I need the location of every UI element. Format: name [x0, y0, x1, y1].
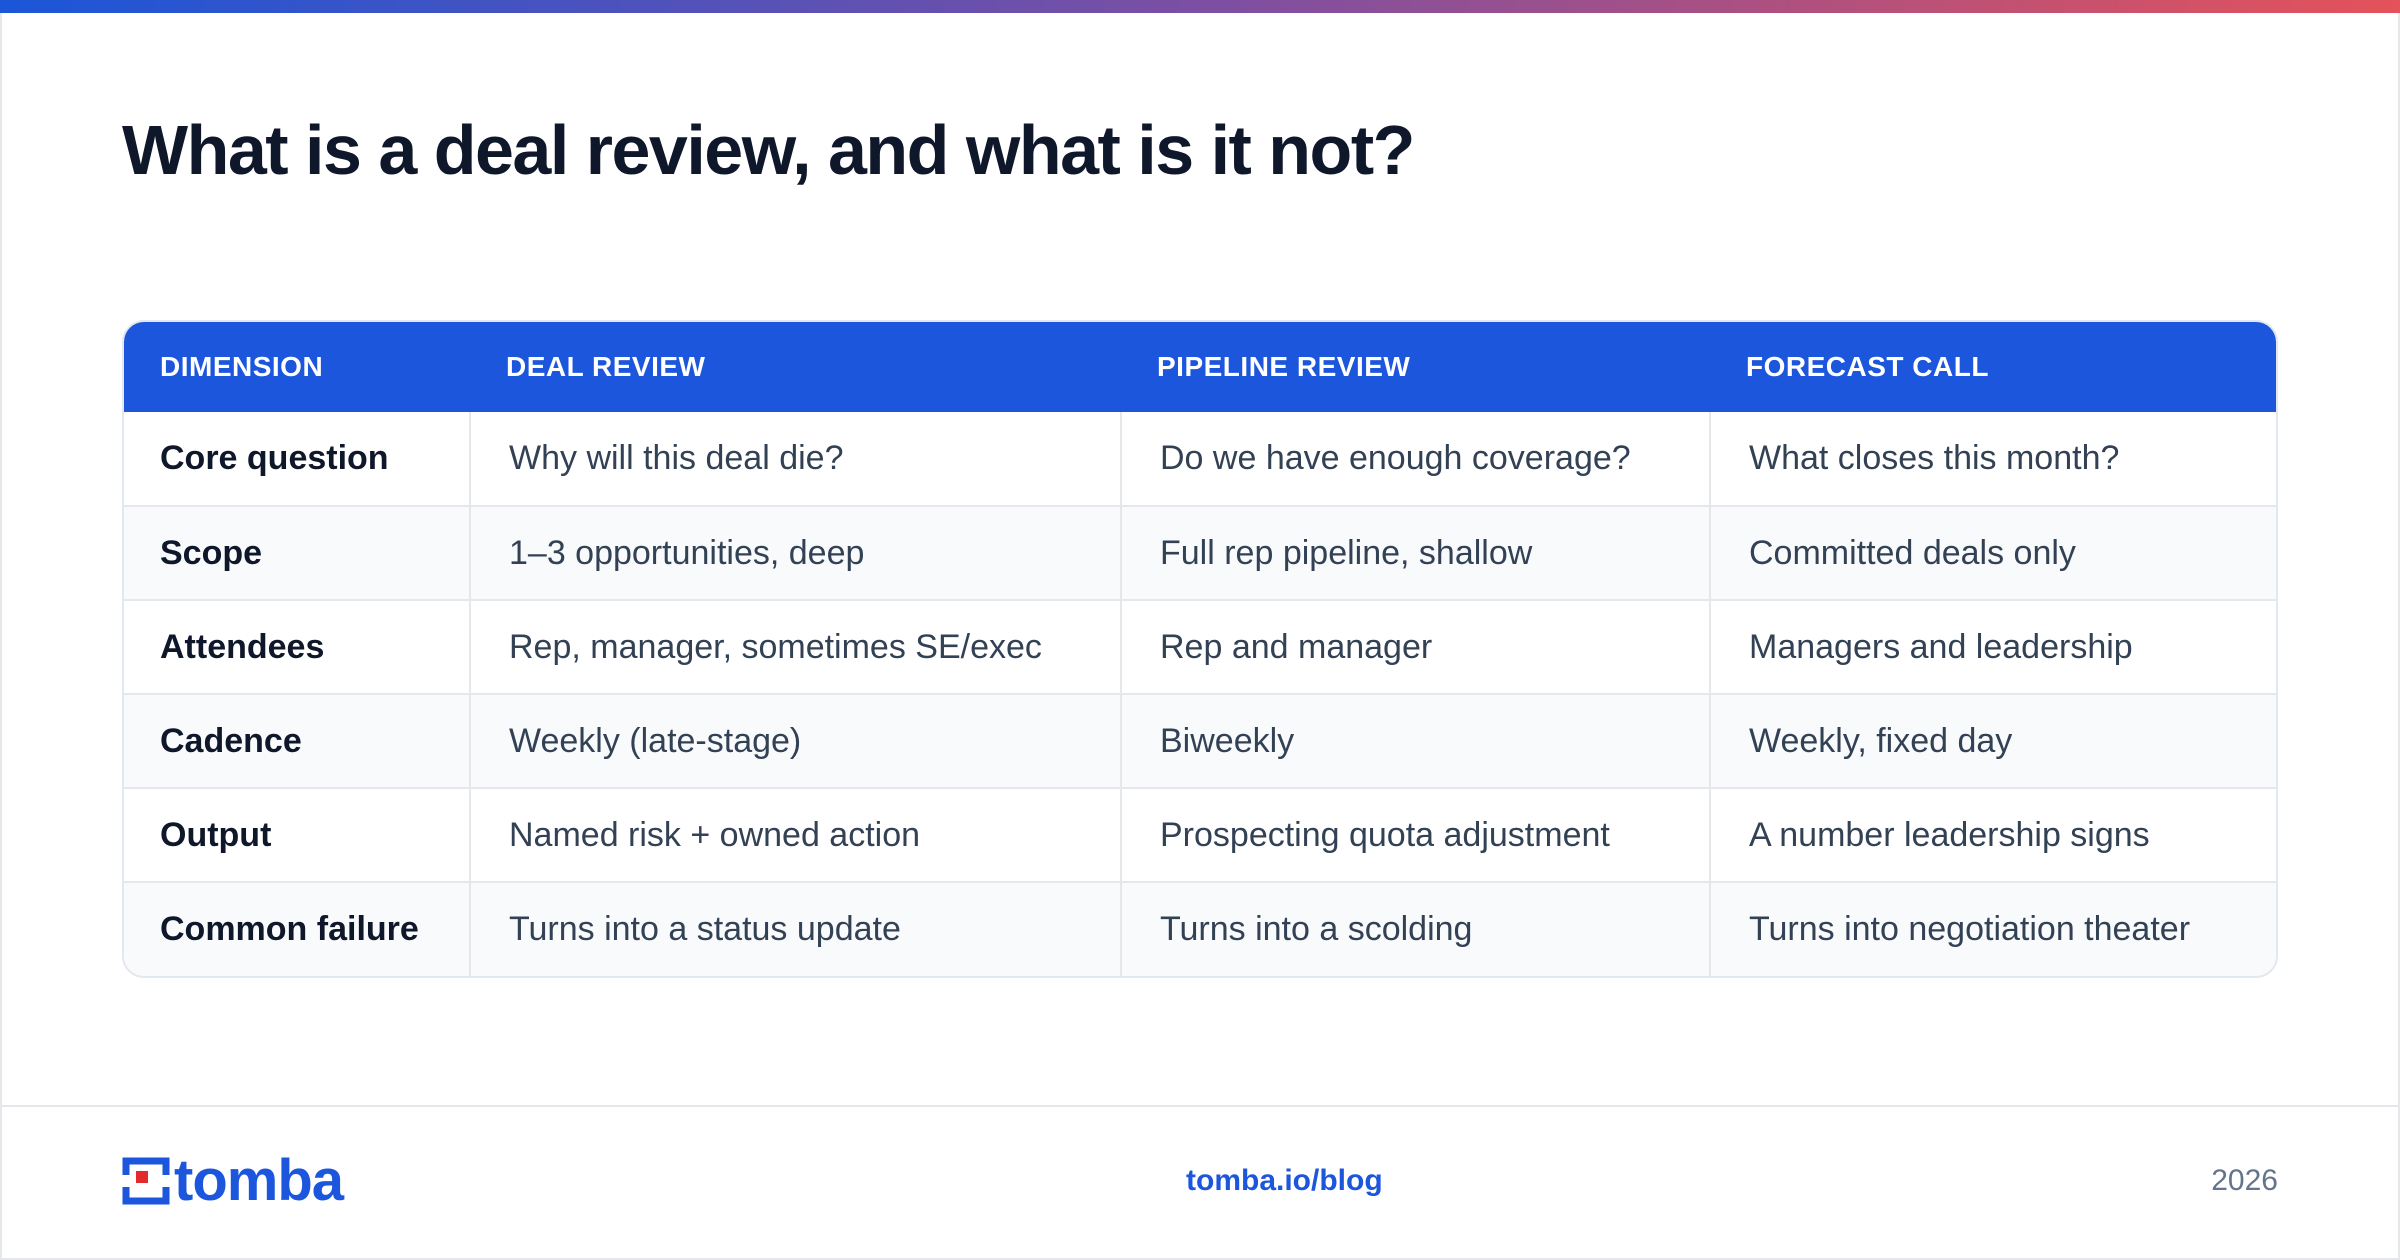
- table-row: Attendees Rep, manager, sometimes SE/exe…: [124, 599, 2276, 694]
- table-row: Scope 1–3 opportunities, deep Full rep p…: [124, 505, 2276, 600]
- cell-deal-review: Turns into a status update: [469, 881, 1121, 976]
- cell-pipeline-review: Do we have enough coverage?: [1120, 412, 1710, 506]
- cell-forecast-call: Turns into negotiation theater: [1709, 881, 2276, 976]
- cell-deal-review: Weekly (late-stage): [469, 693, 1121, 788]
- footer-year: 2026: [2211, 1164, 2278, 1197]
- cell-pipeline-review: Prospecting quota adjustment: [1120, 787, 1710, 882]
- cell-forecast-call: Committed deals only: [1709, 505, 2276, 600]
- cell-forecast-call: Weekly, fixed day: [1709, 693, 2276, 788]
- row-dimension: Attendees: [124, 599, 470, 694]
- cell-deal-review: 1–3 opportunities, deep: [469, 505, 1121, 600]
- comparison-table: DIMENSION DEAL REVIEW PIPELINE REVIEW FO…: [122, 320, 2278, 978]
- tomba-logo-icon: [122, 1157, 170, 1205]
- cell-pipeline-review: Turns into a scolding: [1120, 881, 1710, 976]
- row-dimension: Output: [124, 787, 470, 882]
- cell-pipeline-review: Full rep pipeline, shallow: [1120, 505, 1710, 600]
- table-row: Core question Why will this deal die? Do…: [124, 412, 2276, 506]
- table-row: Output Named risk + owned action Prospec…: [124, 787, 2276, 882]
- cell-forecast-call: Managers and leadership: [1709, 599, 2276, 694]
- footer-divider: [2, 1105, 2398, 1107]
- cell-forecast-call: A number leadership signs: [1709, 787, 2276, 882]
- page-title: What is a deal review, and what is it no…: [122, 111, 1415, 189]
- logo-wordmark: tomba: [174, 1148, 344, 1213]
- header-dimension: DIMENSION: [160, 351, 324, 382]
- row-dimension: Common failure: [124, 881, 470, 976]
- cell-deal-review: Named risk + owned action: [469, 787, 1121, 882]
- header-pipeline-review: PIPELINE REVIEW: [1157, 351, 1411, 382]
- row-dimension: Cadence: [124, 693, 470, 788]
- cell-deal-review: Why will this deal die?: [469, 412, 1121, 506]
- blog-link[interactable]: tomba.io/blog: [1186, 1164, 1383, 1198]
- table-header-row: DIMENSION DEAL REVIEW PIPELINE REVIEW FO…: [124, 322, 2276, 412]
- table-row: Common failure Turns into a status updat…: [124, 881, 2276, 976]
- header-forecast-call: FORECAST CALL: [1746, 351, 1989, 382]
- tomba-logo[interactable]: tomba: [122, 1148, 344, 1213]
- cell-forecast-call: What closes this month?: [1709, 412, 2276, 506]
- cell-pipeline-review: Biweekly: [1120, 693, 1710, 788]
- row-dimension: Core question: [160, 439, 389, 477]
- header-deal-review: DEAL REVIEW: [506, 351, 706, 382]
- cell-deal-review: Rep, manager, sometimes SE/exec: [469, 599, 1121, 694]
- top-gradient-bar: [0, 0, 2400, 13]
- table-row: Cadence Weekly (late-stage) Biweekly Wee…: [124, 693, 2276, 788]
- cell-pipeline-review: Rep and manager: [1120, 599, 1710, 694]
- row-dimension: Scope: [124, 505, 470, 600]
